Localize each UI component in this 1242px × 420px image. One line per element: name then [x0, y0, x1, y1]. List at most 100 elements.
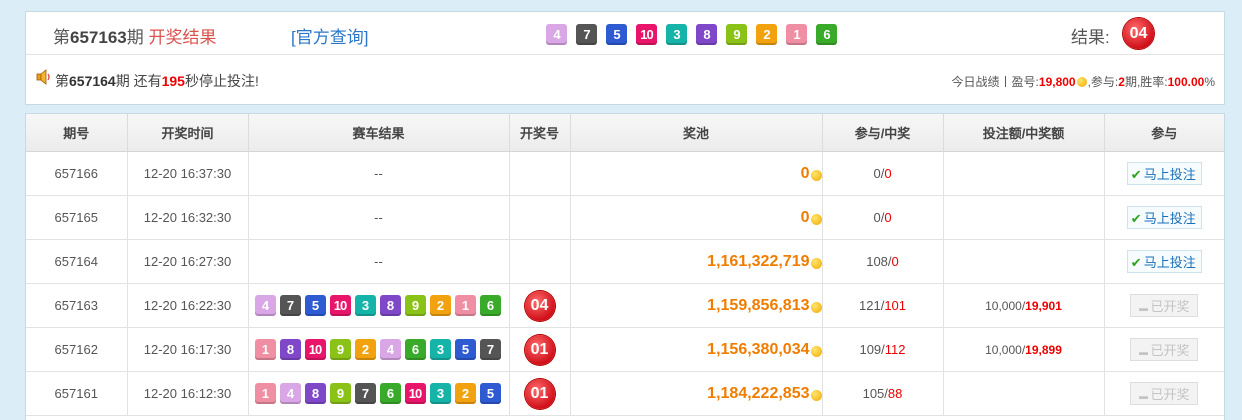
coin-icon: [1076, 76, 1087, 87]
number-ball: 7: [354, 383, 376, 404]
history-table: 期号 开奖时间 赛车结果 开奖号 奖池 参与/中奖 投注额/中奖额 参与 657…: [26, 114, 1224, 416]
draw-number-cell: 01: [509, 327, 571, 372]
draw-info-panel: 第657163期 开奖结果 [官方查询] 4 7 5 10 3 8 9 2 1 6 结果: 04 …: [25, 11, 1225, 105]
disabled-icon: ▬: [1138, 347, 1151, 357]
opened-button: ▬ 已开奖: [1130, 382, 1199, 405]
result-ball: 04: [1123, 18, 1154, 49]
action-cell: ▬ 已开奖: [1104, 371, 1224, 416]
draw-time-cell: 12-20 16:32:30: [127, 195, 249, 240]
number-ball: 4: [546, 24, 567, 45]
race-result-cell: 4 7 5 10 3 8 9 2 1 6: [248, 283, 510, 328]
pool-amount: 1,184,222,853: [707, 384, 810, 402]
draw-number-ball: 04: [524, 290, 555, 321]
number-ball: 5: [304, 295, 326, 316]
number-ball: 8: [304, 383, 326, 404]
action-cell: ✔ 马上投注: [1104, 195, 1224, 240]
participants-count: 121: [858, 298, 881, 313]
period-cell: 657166: [26, 151, 128, 196]
check-icon: ✔: [1130, 255, 1142, 270]
bet-now-button[interactable]: ✔ 马上投注: [1126, 206, 1202, 229]
winners-count: 101: [884, 298, 907, 313]
number-ball: 5: [479, 383, 501, 404]
draw-number-cell: [509, 151, 571, 196]
participants-winners-cell: 108/0: [822, 239, 944, 284]
winners-count: 112: [884, 342, 906, 357]
speaker-icon: [36, 69, 50, 85]
coin-icon: [810, 257, 822, 269]
action-cell: ▬ 已开奖: [1104, 283, 1224, 328]
col-pool: 奖池: [570, 114, 823, 152]
number-ball: 9: [329, 339, 351, 360]
number-ball: 9: [329, 383, 351, 404]
draw-time-cell: 12-20 16:37:30: [127, 151, 249, 196]
opened-label: 已开奖: [1150, 343, 1190, 358]
race-result-cell: 1 8 10 9 2 4 6 3 5 7: [248, 327, 510, 372]
col-draw-number: 开奖号: [509, 114, 571, 152]
number-ball: 1: [254, 339, 276, 360]
number-ball: 2: [354, 339, 376, 360]
pool-amount: 0: [800, 164, 810, 182]
number-ball: 6: [404, 339, 426, 360]
number-ball: 10: [304, 339, 326, 360]
latest-period-title: 第657163期 开奖结果: [53, 28, 217, 47]
pool-amount: 1,156,380,034: [707, 340, 810, 358]
table-row: 657162 12-20 16:17:30 1 8 10 9 2 4 6 3 5 7 01 1,156,3…: [26, 327, 1224, 372]
pool-cell: 1,161,322,719: [570, 239, 823, 284]
action-cell: ✔ 马上投注: [1104, 151, 1224, 196]
winners-count: 0: [891, 254, 899, 269]
number-ball: 4: [254, 295, 276, 316]
bet-now-label: 马上投注: [1143, 255, 1196, 270]
period-cell: 657162: [26, 327, 128, 372]
table-row: 657165 12-20 16:32:30 -- 0 0/0 ✔ 马上投注: [26, 195, 1224, 240]
number-ball: 4: [279, 383, 301, 404]
coin-icon: [810, 301, 822, 313]
number-ball: 3: [354, 295, 376, 316]
pool-amount: 0: [800, 208, 810, 226]
number-ball: 3: [666, 24, 687, 45]
bet-now-button[interactable]: ✔ 马上投注: [1126, 162, 1202, 185]
col-bet-win-amount: 投注额/中奖额: [943, 114, 1105, 152]
period-cell: 657164: [26, 239, 128, 284]
opened-label: 已开奖: [1150, 387, 1190, 402]
table-row: 657166 12-20 16:37:30 -- 0 0/0 ✔ 马上投注: [26, 151, 1224, 196]
number-ball: 7: [279, 295, 301, 316]
race-result-balls: 4 7 5 10 3 8 9 2 1 6: [249, 295, 509, 316]
participants-winners-cell: 0/0: [822, 151, 944, 196]
coin-icon: [810, 345, 822, 357]
win-amount: 19,899: [1025, 342, 1062, 357]
draw-number-cell: [509, 195, 571, 240]
pool-cell: 1,184,222,853: [570, 371, 823, 416]
draw-time-cell: 12-20 16:17:30: [127, 327, 249, 372]
number-ball: 2: [454, 383, 476, 404]
opened-label: 已开奖: [1150, 299, 1190, 314]
coin-icon: [810, 389, 822, 401]
pool-cell: 1,156,380,034: [570, 327, 823, 372]
bet-win-cell: [943, 371, 1105, 416]
participants-winners-cell: 105/88: [822, 371, 944, 416]
bet-amount: 10,000: [985, 298, 1022, 313]
result-label: 结果:: [1071, 28, 1110, 47]
disabled-icon: ▬: [1138, 391, 1151, 401]
number-ball: 6: [379, 383, 401, 404]
winners-count: 0: [884, 210, 892, 225]
bet-now-button[interactable]: ✔ 马上投注: [1126, 250, 1202, 273]
pool-amount: 1,161,322,719: [707, 252, 810, 270]
official-query-link[interactable]: [官方查询]: [291, 23, 368, 48]
pool-amount: 1,159,856,813: [707, 296, 810, 314]
today-stats: 今日战绩丨盈号: 19,800 ,参与: 2 期,胜率: 100.00 %: [951, 74, 1215, 90]
race-result-cell: --: [248, 195, 510, 240]
winners-count: 88: [887, 386, 903, 401]
bet-win-cell: 10,000/19,901: [943, 283, 1105, 328]
draw-time-cell: 12-20 16:22:30: [127, 283, 249, 328]
race-result-balls: 1 4 8 9 7 6 10 3 2 5: [249, 383, 509, 404]
bet-now-label: 马上投注: [1143, 167, 1196, 182]
winners-count: 0: [884, 166, 892, 181]
countdown-bar: 第657164期 还有195秒停止投注! 今日战绩丨盈号: 19,800 ,参与…: [26, 55, 1224, 104]
history-table-panel: 期号 开奖时间 赛车结果 开奖号 奖池 参与/中奖 投注额/中奖额 参与 657…: [25, 113, 1225, 420]
number-ball: 6: [816, 24, 837, 45]
number-ball: 1: [254, 383, 276, 404]
number-ball: 10: [404, 383, 426, 404]
bet-win-cell: [943, 195, 1105, 240]
number-ball: 1: [454, 295, 476, 316]
table-row: 657164 12-20 16:27:30 -- 1,161,322,719 108/0…: [26, 239, 1224, 284]
